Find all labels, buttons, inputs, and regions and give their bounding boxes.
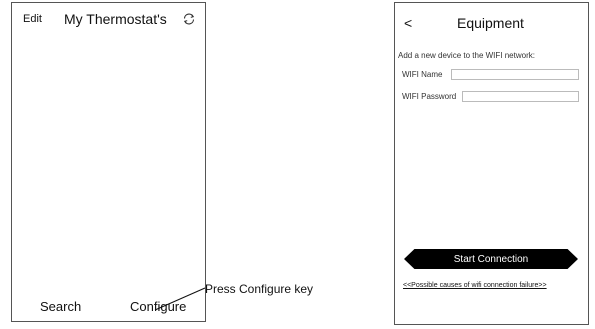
callout-text: Press Configure key bbox=[205, 282, 314, 296]
wifi-password-input[interactable] bbox=[462, 91, 579, 102]
search-tab[interactable]: Search bbox=[40, 299, 81, 314]
refresh-icon[interactable] bbox=[182, 12, 196, 26]
callout-pointer-line bbox=[154, 287, 206, 311]
edit-button[interactable]: Edit bbox=[23, 13, 42, 25]
wifi-password-label: WIFI Password bbox=[402, 92, 457, 101]
start-connection-button[interactable]: Start Connection bbox=[404, 249, 578, 269]
page-title: Equipment bbox=[457, 15, 524, 31]
back-button[interactable]: < bbox=[404, 15, 412, 31]
wifi-name-input[interactable] bbox=[451, 69, 579, 80]
thermostat-list-screen: Edit My Thermostat's Search Configure bbox=[11, 2, 206, 322]
connection-failure-help-link[interactable]: <<Possible causes of wifi connection fai… bbox=[403, 282, 547, 289]
page-title: My Thermostat's bbox=[64, 11, 167, 27]
equipment-screen: < Equipment Add a new device to the WIFI… bbox=[394, 2, 589, 325]
wifi-name-label: WIFI Name bbox=[402, 70, 443, 79]
instruction-text: Add a new device to the WIFI network: bbox=[398, 51, 535, 60]
